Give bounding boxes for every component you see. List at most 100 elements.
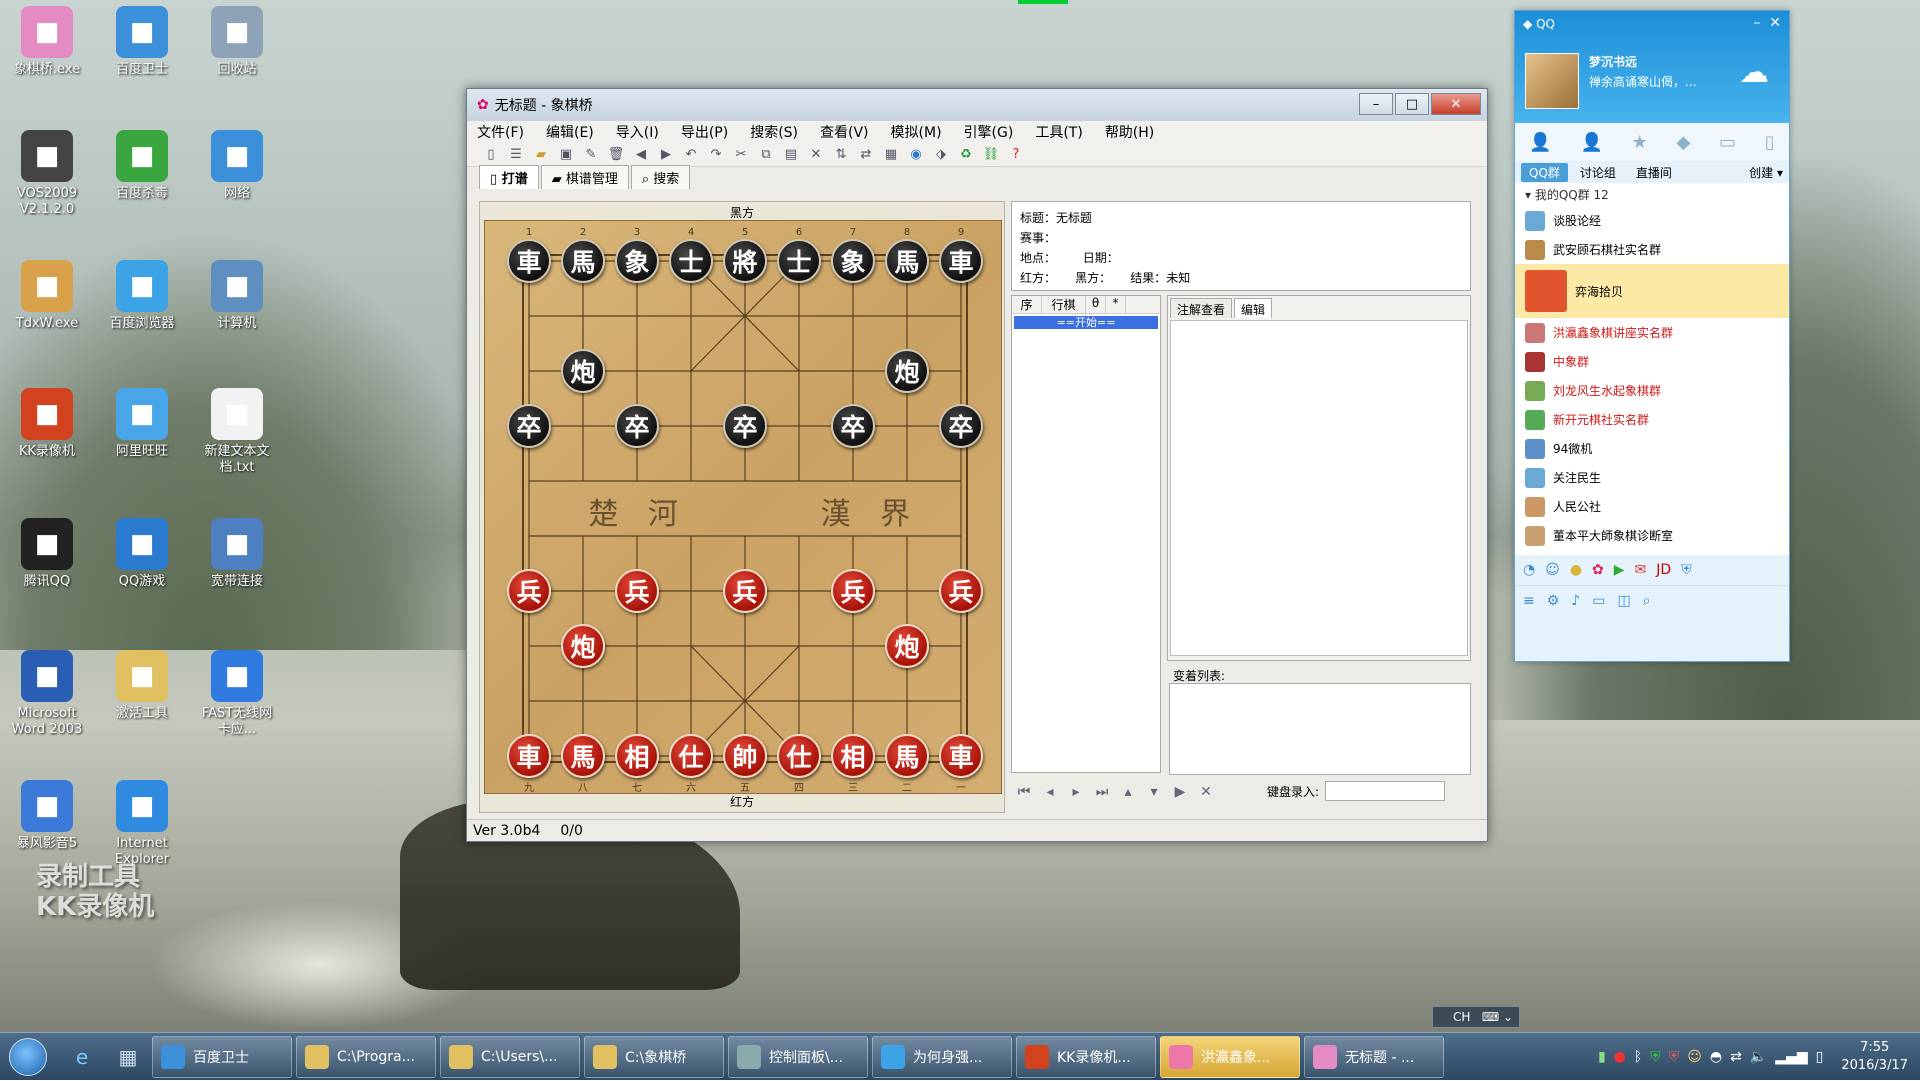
taskbar-button[interactable]: 无标题 - ...	[1304, 1035, 1444, 1078]
desktop-icon[interactable]: ■ 象棋桥.exe	[2, 6, 92, 78]
red-piece[interactable]: 仕	[777, 734, 821, 778]
taskbar-button[interactable]: C:\象棋桥	[584, 1035, 724, 1078]
signal-icon[interactable]: ▂▄▆	[1775, 1049, 1807, 1065]
qq-group-item[interactable]: 弈海拾贝	[1515, 264, 1789, 318]
qq-tray-icon[interactable]: ◓	[1710, 1049, 1722, 1065]
xiangqi-board[interactable]: 123456789九八七六五四三二一楚 河漢 界車馬象士將士象馬車炮炮卒卒卒卒卒…	[484, 220, 1002, 794]
qq-group-item[interactable]: 刘龙风生水起象棋群	[1515, 376, 1789, 405]
annotation-tab[interactable]: 注解查看	[1170, 298, 1233, 318]
move-list-column-header[interactable]: *	[1106, 296, 1126, 313]
window-titlebar[interactable]: ✿ 无标题 - 象棋桥 – □ ✕	[467, 89, 1487, 121]
flip-horizontal-icon[interactable]: ⇄	[856, 146, 876, 164]
red-piece[interactable]: 車	[507, 734, 551, 778]
first-move-icon[interactable]: ⏮	[1011, 784, 1037, 800]
qq-group-item[interactable]: 新开元棋社实名群	[1515, 405, 1789, 434]
game-icon[interactable]: ●	[1570, 562, 1582, 578]
taskbar-button[interactable]: 洪瀛鑫象...	[1160, 1035, 1300, 1078]
desktop-icon[interactable]: ■ FAST无线网 卡应...	[192, 650, 282, 738]
last-move-icon[interactable]: ⏭	[1089, 784, 1115, 800]
battery-icon[interactable]: ▮	[1598, 1049, 1606, 1065]
app-box-icon[interactable]: ◫	[1617, 593, 1630, 609]
taskbar-button[interactable]: 百度卫士	[152, 1035, 292, 1078]
qq-signature[interactable]: 禅余高诵寒山偈，...	[1589, 73, 1696, 90]
menu-icon[interactable]: ≡	[1523, 593, 1535, 609]
prev-move-icon[interactable]: ◂	[1037, 784, 1063, 800]
desktop-icon[interactable]: ■ TdxW.exe	[2, 260, 92, 332]
board-icon[interactable]: ▦	[881, 146, 901, 164]
shield-icon[interactable]: ⛨	[1681, 562, 1692, 578]
desktop-icon[interactable]: ■ 回收站	[192, 6, 282, 78]
jd-icon[interactable]: JD	[1656, 562, 1671, 578]
settings-icon[interactable]: ⚙	[1547, 593, 1560, 609]
link-icon[interactable]: ⛓	[981, 146, 1001, 164]
red-piece[interactable]: 馬	[561, 734, 605, 778]
explorer-quicklaunch-icon[interactable]: ▦	[108, 1037, 148, 1077]
sound-icon[interactable]: ♪	[1571, 593, 1580, 609]
move-list-column-header[interactable]: 序	[1012, 296, 1042, 313]
red-piece[interactable]: 相	[615, 734, 659, 778]
black-piece[interactable]: 炮	[885, 349, 929, 393]
qq-group-item[interactable]: 武安顾石棋社实名群	[1515, 235, 1789, 264]
taskbar-button[interactable]: C:\Users\...	[440, 1035, 580, 1078]
up-variation-icon[interactable]: ▴	[1115, 784, 1141, 800]
red-piece[interactable]: 兵	[507, 569, 551, 613]
gem-icon[interactable]: ◆	[1676, 132, 1690, 153]
qq-minimize-button[interactable]: –	[1753, 15, 1760, 31]
black-piece[interactable]: 卒	[939, 404, 983, 448]
tab-2[interactable]: ⌕ 搜索	[630, 165, 691, 189]
qq-tab[interactable]: QQ群	[1521, 162, 1568, 182]
black-piece[interactable]: 卒	[831, 404, 875, 448]
move-row[interactable]: ==开始==	[1014, 316, 1158, 329]
black-piece[interactable]: 馬	[561, 239, 605, 283]
back-icon[interactable]: ◀	[631, 146, 651, 164]
taskbar-button[interactable]: KK录像机...	[1016, 1035, 1156, 1078]
save-icon[interactable]: ▣	[556, 146, 576, 164]
open-folder-icon[interactable]: ▰	[531, 146, 551, 164]
menu-item[interactable]: 查看(V)	[820, 122, 869, 142]
black-piece[interactable]: 卒	[615, 404, 659, 448]
pet-icon[interactable]: ☺	[1545, 562, 1560, 578]
qq-group-item[interactable]: 关注民生	[1515, 463, 1789, 492]
qq-group-header[interactable]: ▾ 我的QQ群 12	[1515, 183, 1789, 206]
qq-create-button[interactable]: 创建 ▾	[1749, 164, 1783, 181]
new-icon[interactable]: ▯	[481, 146, 501, 164]
taskbar-button[interactable]: 为何身强...	[872, 1035, 1012, 1078]
clock[interactable]: 7:55 2016/3/17	[1841, 1039, 1908, 1075]
menu-item[interactable]: 帮助(H)	[1105, 122, 1154, 142]
volume-icon[interactable]: 🔈	[1750, 1049, 1767, 1065]
qq-avatar[interactable]	[1525, 53, 1579, 109]
close-button[interactable]: ✕	[1431, 93, 1481, 115]
desktop-icon[interactable]: ■ 百度卫士	[97, 6, 187, 78]
tab-1[interactable]: ▰ 棋谱管理	[540, 165, 629, 189]
qq-group-item[interactable]: 董本平大師象棋诊断室	[1515, 521, 1789, 550]
red-piece[interactable]: 兵	[723, 569, 767, 613]
flower-icon[interactable]: ✿	[1592, 562, 1604, 578]
qq-tab[interactable]: 讨论组	[1572, 163, 1624, 182]
desktop-icon[interactable]: ■ 百度杀毒	[97, 130, 187, 202]
friend-icon[interactable]: 👤	[1580, 132, 1602, 153]
qq-group-item[interactable]: 中象群	[1515, 347, 1789, 376]
desktop-icon[interactable]: ■ 腾讯QQ	[2, 518, 92, 590]
qq-group-item[interactable]: 谈股论经	[1515, 206, 1789, 235]
ie-quicklaunch-icon[interactable]: e	[62, 1037, 102, 1077]
black-piece[interactable]: 卒	[507, 404, 551, 448]
video-icon[interactable]: ▶	[1614, 562, 1625, 578]
favorite-icon[interactable]: ★	[1632, 132, 1648, 153]
red-piece[interactable]: 兵	[615, 569, 659, 613]
play-icon[interactable]: ▶	[1167, 784, 1193, 800]
help-icon[interactable]: ?	[1006, 146, 1026, 164]
tag-icon[interactable]: ⬗	[931, 146, 951, 164]
qq-group-item[interactable]: 洪瀛鑫象棋讲座实名群	[1515, 318, 1789, 347]
desktop-icon[interactable]: ■ KK录像机	[2, 388, 92, 460]
list-icon[interactable]: ☰	[506, 146, 526, 164]
annotation-tab[interactable]: 编辑	[1234, 298, 1273, 318]
qq-close-button[interactable]: ✕	[1769, 15, 1781, 31]
menu-item[interactable]: 编辑(E)	[546, 122, 594, 142]
black-piece[interactable]: 象	[615, 239, 659, 283]
red-piece[interactable]: 兵	[831, 569, 875, 613]
desktop-icon[interactable]: ■ VOS2009 V2.1.2.0	[2, 130, 92, 218]
forward-icon[interactable]: ▶	[656, 146, 676, 164]
keyboard-entry-input[interactable]	[1325, 781, 1446, 801]
redo-icon[interactable]: ↷	[706, 146, 726, 164]
menu-item[interactable]: 工具(T)	[1035, 122, 1082, 142]
